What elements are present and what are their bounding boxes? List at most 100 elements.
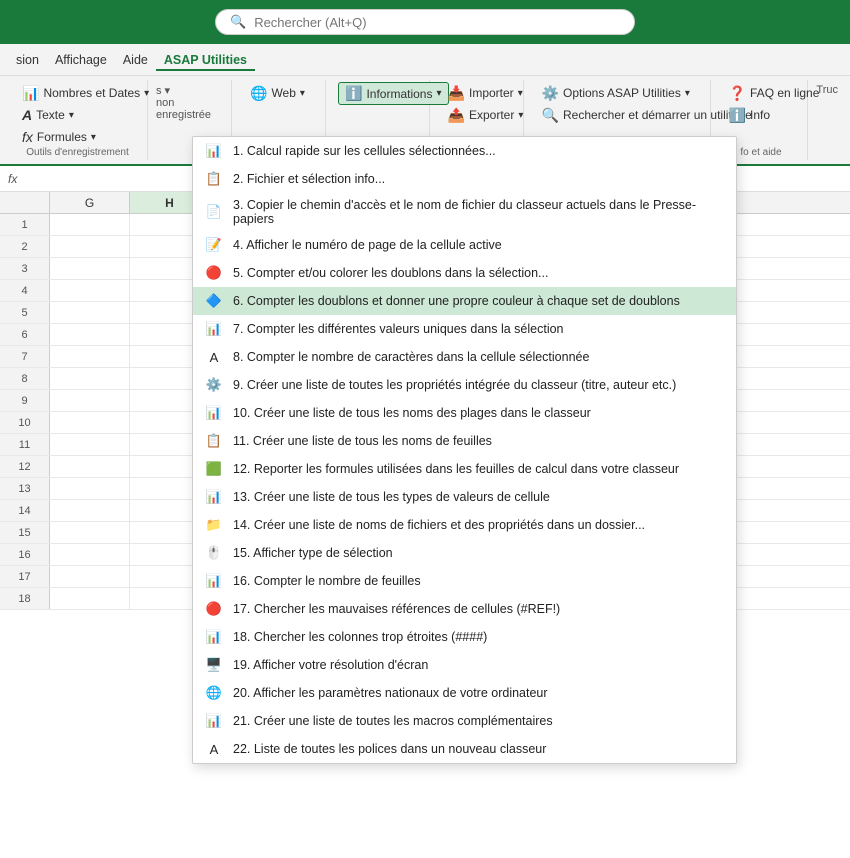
- dropdown-item-text-12: 12. Reporter les formules utilisées dans…: [233, 462, 724, 476]
- menu-bar: sion Affichage Aide ASAP Utilities: [0, 44, 850, 76]
- dropdown-item-text-20: 20. Afficher les paramètres nationaux de…: [233, 686, 724, 700]
- row-num-18: 18: [0, 588, 50, 609]
- dropdown-item-5[interactable]: 🔴5. Compter et/ou colorer les doublons d…: [193, 259, 736, 287]
- dropdown-item-icon-19: 🖥️: [205, 656, 223, 674]
- dropdown-item-text-4: 4. Afficher le numéro de page de la cell…: [233, 238, 724, 252]
- info-button[interactable]: ℹ️ Info: [723, 104, 776, 126]
- grid-cell[interactable]: [50, 214, 130, 235]
- dropdown-item-icon-17: 🔴: [205, 600, 223, 618]
- formules-icon: fx: [22, 129, 33, 145]
- dropdown-item-icon-13: 📊: [205, 488, 223, 506]
- grid-cell[interactable]: [50, 544, 130, 565]
- importer-label: Importer: [469, 86, 514, 100]
- dropdown-item-text-14: 14. Créer une liste de noms de fichiers …: [233, 518, 724, 532]
- dropdown-item-7[interactable]: 📊7. Compter les différentes valeurs uniq…: [193, 315, 736, 343]
- grid-cell[interactable]: [50, 258, 130, 279]
- dropdown-item-11[interactable]: 📋11. Créer une liste de tous les noms de…: [193, 427, 736, 455]
- grid-cell[interactable]: [50, 500, 130, 521]
- grid-cell[interactable]: [50, 434, 130, 455]
- menu-item-affichage[interactable]: Affichage: [47, 49, 115, 71]
- grid-cell[interactable]: [50, 566, 130, 587]
- menu-item-sion[interactable]: sion: [8, 49, 47, 71]
- grid-cell[interactable]: [50, 390, 130, 411]
- texte-chevron: ▾: [69, 110, 74, 121]
- texte-button[interactable]: A Texte ▾: [16, 104, 80, 126]
- grid-cell[interactable]: [50, 412, 130, 433]
- informations-button[interactable]: ℹ️ Informations ▾: [338, 82, 449, 105]
- menu-item-asap-utilities[interactable]: ASAP Utilities: [156, 49, 255, 71]
- dropdown-item-icon-5: 🔴: [205, 264, 223, 282]
- dropdown-item-2[interactable]: 📋2. Fichier et sélection info...: [193, 165, 736, 193]
- grid-cell[interactable]: [50, 280, 130, 301]
- dropdown-item-text-1: 1. Calcul rapide sur les cellules sélect…: [233, 144, 724, 158]
- faq-button[interactable]: ❓ FAQ en ligne: [723, 82, 826, 104]
- dropdown-item-6[interactable]: 🔷6. Compter les doublons et donner une p…: [193, 287, 736, 315]
- row-num-14: 14: [0, 500, 50, 521]
- dropdown-item-text-18: 18. Chercher les colonnes trop étroites …: [233, 630, 724, 644]
- web-button[interactable]: 🌐 Web ▾: [244, 82, 311, 104]
- dropdown-item-21[interactable]: 📊21. Créer une liste de toutes les macro…: [193, 707, 736, 735]
- importer-button[interactable]: 📥 Importer ▾: [442, 82, 529, 104]
- texte-label: Texte: [36, 108, 65, 122]
- dropdown-item-9[interactable]: ⚙️9. Créer une liste de toutes les propr…: [193, 371, 736, 399]
- outils-footer-label: Outils d'enregistrement: [8, 147, 147, 158]
- nombres-label: Nombres et Dates: [43, 86, 140, 100]
- row-num-16: 16: [0, 544, 50, 565]
- menu-item-aide[interactable]: Aide: [115, 49, 156, 71]
- dropdown-item-12[interactable]: 🟩 12. Reporter les formules utilisées dan…: [193, 455, 736, 483]
- dropdown-item-14[interactable]: 📁 14. Créer une liste de noms de fichiers…: [193, 511, 736, 539]
- row-num-17: 17: [0, 566, 50, 587]
- grid-cell[interactable]: [50, 368, 130, 389]
- texte-icon: A: [22, 107, 32, 123]
- grid-cell[interactable]: [50, 324, 130, 345]
- dropdown-item-15[interactable]: 🖱️ 15. Afficher type de sélection: [193, 539, 736, 567]
- dropdown-item-icon-20: 🌐: [205, 684, 223, 702]
- dropdown-item-text-11: 11. Créer une liste de tous les noms de …: [233, 434, 724, 448]
- dropdown-item-16[interactable]: 📊16. Compter le nombre de feuilles: [193, 567, 736, 595]
- grid-cell[interactable]: [50, 302, 130, 323]
- options-asap-button[interactable]: ⚙️ Options ASAP Utilities ▾: [536, 82, 696, 104]
- dropdown-item-icon-3: 📄: [205, 203, 223, 221]
- formules-button[interactable]: fx Formules ▾: [16, 126, 102, 148]
- row-num-3: 3: [0, 258, 50, 279]
- dropdown-item-18[interactable]: 📊18. Chercher les colonnes trop étroites…: [193, 623, 736, 651]
- exporter-label: Exporter: [469, 108, 514, 122]
- grid-cell[interactable]: [50, 346, 130, 367]
- dropdown-item-text-2: 2. Fichier et sélection info...: [233, 172, 724, 186]
- exporter-button[interactable]: 📤 Exporter ▾: [442, 104, 530, 126]
- dropdown-item-icon-1: 📊: [205, 142, 223, 160]
- dropdown-item-8[interactable]: A8. Compter le nombre de caractères dans…: [193, 343, 736, 371]
- dropdown-item-13[interactable]: 📊13. Créer une liste de tous les types d…: [193, 483, 736, 511]
- dropdown-item-text-17: 17. Chercher les mauvaises références de…: [233, 602, 724, 616]
- grid-cell[interactable]: [50, 478, 130, 499]
- dropdown-item-17[interactable]: 🔴 17. Chercher les mauvaises références d…: [193, 595, 736, 623]
- dropdown-item-icon-14: 📁: [205, 516, 223, 534]
- dropdown-item-text-10: 10. Créer une liste de tous les noms des…: [233, 406, 724, 420]
- dropdown-item-text-15: 15. Afficher type de sélection: [233, 546, 724, 560]
- dropdown-item-icon-15: 🖱️: [205, 544, 223, 562]
- faq-label: FAQ en ligne: [750, 86, 819, 100]
- dropdown-item-10[interactable]: 📊10. Créer une liste de tous les noms de…: [193, 399, 736, 427]
- grid-cell[interactable]: [50, 456, 130, 477]
- dropdown-item-4[interactable]: 📝4. Afficher le numéro de page de la cel…: [193, 231, 736, 259]
- dropdown-item-3[interactable]: 📄3. Copier le chemin d'accès et le nom d…: [193, 193, 736, 231]
- dropdown-item-19[interactable]: 🖥️19. Afficher votre résolution d'écran: [193, 651, 736, 679]
- row-num-8: 8: [0, 368, 50, 389]
- row-num-15: 15: [0, 522, 50, 543]
- search-input-wrap[interactable]: 🔍: [215, 9, 635, 35]
- grid-cell[interactable]: [50, 588, 130, 609]
- nombres-dates-button[interactable]: 📊 Nombres et Dates ▾: [16, 82, 155, 104]
- exporter-chevron: ▾: [518, 110, 523, 121]
- formules-label: Formules: [37, 130, 87, 144]
- dropdown-item-icon-22: A: [205, 740, 223, 758]
- dropdown-item-icon-12: 🟩: [205, 460, 223, 478]
- dropdown-item-1[interactable]: 📊 1. Calcul rapide sur les cellules sélec…: [193, 137, 736, 165]
- row-num-4: 4: [0, 280, 50, 301]
- search-input[interactable]: [254, 15, 620, 30]
- grid-cell[interactable]: [50, 236, 130, 257]
- grid-cell[interactable]: [50, 522, 130, 543]
- importer-icon: 📥: [448, 85, 465, 102]
- dropdown-item-22[interactable]: A22. Liste de toutes les polices dans un…: [193, 735, 736, 763]
- dropdown-item-20[interactable]: 🌐 20. Afficher les paramètres nationaux d…: [193, 679, 736, 707]
- recording-label: s ▾: [156, 84, 227, 97]
